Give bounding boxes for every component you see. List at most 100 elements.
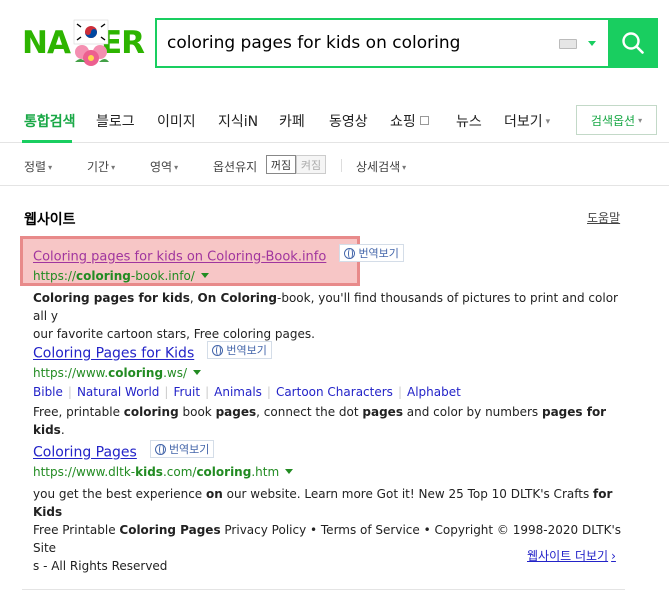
caret-down-icon[interactable] <box>200 272 209 278</box>
url-bold: kids <box>135 464 163 479</box>
sublink-separator: | <box>266 384 271 399</box>
sublink-animals[interactable]: Animals <box>214 385 262 399</box>
tab-integrated[interactable]: 통합검색 <box>24 111 76 131</box>
filter-bar: 정렬 ▾ 기간 ▾ 영역 ▾ 옵션유지 꺼짐 켜짐 상세검색 ▾ <box>0 143 669 186</box>
caret-down-icon: ▾ <box>545 117 551 127</box>
sublink-alphabet[interactable]: Alphabet <box>407 385 461 399</box>
tab-more[interactable]: 더보기 ▾ <box>504 111 550 131</box>
result-url[interactable]: https://www.coloring.ws/ <box>33 366 633 380</box>
result-url[interactable]: https://coloring-book.info/ <box>33 269 633 283</box>
sublink-bible[interactable]: Bible <box>33 385 63 399</box>
url-suffix: .htm <box>251 464 280 479</box>
caret-down-icon[interactable] <box>193 369 201 375</box>
search-box[interactable]: coloring pages for kids on coloring <box>155 18 608 68</box>
sublink-separator: | <box>397 384 402 399</box>
caret-down-icon: ▾ <box>402 163 407 172</box>
desc-text: s - All Rights Reserved <box>33 558 168 573</box>
globe-icon <box>344 247 356 259</box>
result-description: Coloring pages for kids, On Coloring-boo… <box>33 289 625 343</box>
filter-divider <box>341 159 342 172</box>
translate-button[interactable]: 번역보기 <box>339 244 404 262</box>
desc-text: book <box>178 404 216 419</box>
tab-cafe[interactable]: 카페 <box>279 111 305 131</box>
translate-label: 번역보기 <box>226 344 267 357</box>
help-link[interactable]: 도움말 <box>587 209 620 226</box>
search-button[interactable] <box>608 18 658 68</box>
caret-down-icon: ▾ <box>638 115 643 125</box>
desc-bold: Coloring pages for kids <box>33 290 190 305</box>
flag-flower-icon <box>73 19 109 66</box>
result-title-link[interactable]: Coloring pages for kids on Coloring-Book… <box>33 250 326 265</box>
keyboard-icon[interactable] <box>559 39 577 49</box>
url-bold: coloring <box>76 268 131 283</box>
filter-period-label: 기간 <box>87 160 110 174</box>
result-title-link[interactable]: Coloring Pages <box>33 445 137 461</box>
search-input[interactable]: coloring pages for kids on coloring <box>167 20 547 66</box>
filter-sort-label: 정렬 <box>24 160 47 174</box>
desc-text: our favorite cartoon stars, Free colorin… <box>33 326 315 341</box>
result-url[interactable]: https://www.dltk-kids.com/coloring.htm <box>33 465 633 479</box>
sublink-natural-world[interactable]: Natural World <box>77 385 159 399</box>
result-item: Coloring Pages for Kids 번역보기 https://www… <box>33 341 633 439</box>
url-prefix: https://www.dltk- <box>33 464 136 479</box>
desc-bold: pages <box>215 404 257 419</box>
desc-text: Free, printable <box>33 404 124 419</box>
result-item: Coloring pages for kids on Coloring-Book… <box>33 244 633 343</box>
sublink-separator: | <box>67 384 72 399</box>
filter-area-label: 영역 <box>150 160 173 174</box>
url-prefix: https:// <box>33 268 77 283</box>
desc-text: , connect the dot <box>256 404 363 419</box>
desc-text: our website. Learn more Got it! New 25 T… <box>222 486 594 501</box>
translate-button[interactable]: 번역보기 <box>207 341 272 359</box>
autocomplete-toggle-icon[interactable] <box>588 41 596 46</box>
tab-shopping[interactable]: 쇼핑 <box>390 111 429 131</box>
website-more-link[interactable]: 웹사이트 더보기 › <box>527 547 616 564</box>
tab-kin[interactable]: 지식iN <box>218 111 258 131</box>
translate-label: 번역보기 <box>358 247 399 260</box>
desc-bold: Coloring Pages <box>119 522 221 537</box>
tab-video[interactable]: 동영상 <box>329 111 368 131</box>
url-suffix: .ws/ <box>163 365 187 380</box>
sublinks: Bible | Natural World | Fruit | Animals | Cartoo… <box>33 385 633 399</box>
search-options-button[interactable]: 검색옵션 ▾ <box>576 105 657 135</box>
filter-detail-search[interactable]: 상세검색 ▾ <box>356 158 406 175</box>
desc-text: and color by numbers <box>402 404 542 419</box>
magnifier-icon <box>622 32 644 54</box>
filter-period[interactable]: 기간 ▾ <box>87 158 115 175</box>
search-options-label: 검색옵션 <box>590 113 636 128</box>
tab-news[interactable]: 뉴스 <box>456 111 482 131</box>
desc-bold: coloring <box>123 404 179 419</box>
naver-logo[interactable]: NA ER <box>22 18 145 68</box>
desc-text: you get the best experience <box>33 486 206 501</box>
url-mid: .com/ <box>162 464 197 479</box>
filter-area[interactable]: 영역 ▾ <box>150 158 178 175</box>
desc-text: , <box>189 290 198 305</box>
tab-blog[interactable]: 블로그 <box>96 111 135 131</box>
section-title: 웹사이트 <box>24 212 76 228</box>
filter-sort[interactable]: 정렬 ▾ <box>24 158 52 175</box>
vertical-tabs: 통합검색 블로그 이미지 지식iN 카페 동영상 쇼핑 뉴스 더보기 ▾ 검색옵션… <box>0 97 669 143</box>
translate-button[interactable]: 번역보기 <box>149 440 215 458</box>
caret-down-icon[interactable] <box>285 468 294 474</box>
desc-text: Free Printable <box>33 522 120 537</box>
external-box-icon <box>419 116 429 125</box>
desc-text: . <box>60 422 65 437</box>
url-suffix: -book.info/ <box>130 268 195 283</box>
sublink-cartoon-characters[interactable]: Cartoon Characters <box>276 385 393 399</box>
result-title-main: Coloring pages for kids on Coloring <box>33 249 262 265</box>
tab-shopping-label: 쇼핑 <box>390 114 416 130</box>
result-title-link[interactable]: Coloring Pages for Kids <box>33 346 194 362</box>
tab-more-label: 더보기 <box>504 114 543 130</box>
logo-text-left: NA <box>22 25 71 61</box>
desc-bold: On Coloring <box>197 290 278 305</box>
website-more-label: 웹사이트 더보기 <box>527 549 609 563</box>
section-divider <box>22 589 625 590</box>
sublink-separator: | <box>164 384 169 399</box>
sublink-fruit[interactable]: Fruit <box>173 385 200 399</box>
globe-icon <box>154 443 166 455</box>
translate-label: 번역보기 <box>168 443 210 456</box>
option-off-toggle[interactable]: 꺼짐 <box>266 155 296 174</box>
option-on-toggle[interactable]: 켜짐 <box>296 155 326 174</box>
result-title-rest: -Book.info <box>261 249 327 265</box>
tab-image[interactable]: 이미지 <box>157 111 196 131</box>
